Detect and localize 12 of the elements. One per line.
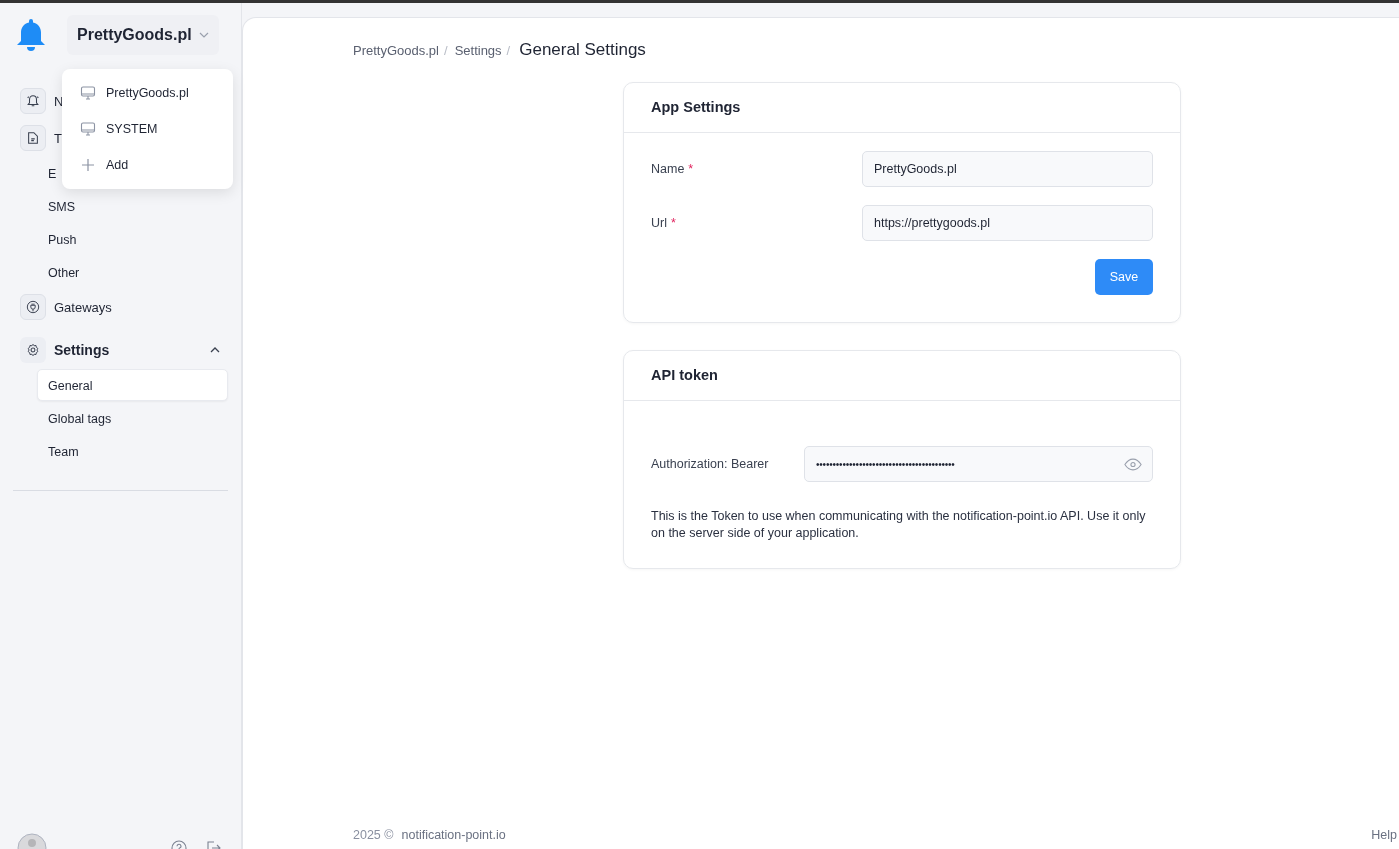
card-title: API token	[624, 351, 1180, 401]
field-label: Url	[651, 216, 667, 230]
field-label: Authorization: Bearer	[651, 457, 770, 471]
required-mark: *	[688, 162, 694, 176]
copyright-text: 2025 ©	[353, 828, 394, 842]
required-mark: *	[670, 216, 676, 230]
field-label: Name	[651, 162, 685, 176]
breadcrumb-separator: /	[444, 43, 448, 58]
card-title: App Settings	[624, 83, 1180, 133]
page-title: General Settings	[519, 40, 646, 60]
breadcrumb-separator: /	[506, 43, 511, 58]
token-description: This is the Token to use when communicating with the notification-point.io API. Use it only on the server side of your application.	[651, 508, 1147, 542]
